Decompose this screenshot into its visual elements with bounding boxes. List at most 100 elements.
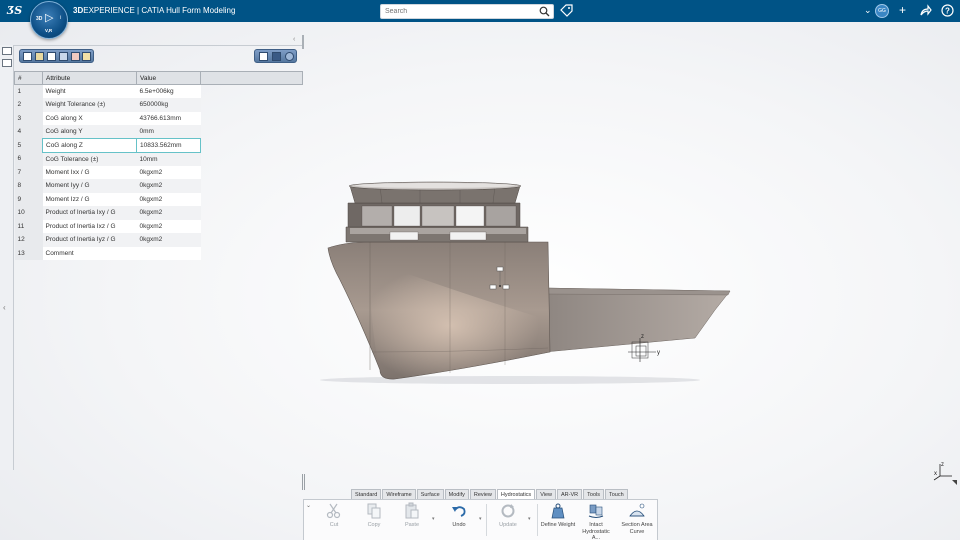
undo-dropdown-icon[interactable]: ▾: [479, 516, 482, 522]
copy-button[interactable]: Copy: [356, 502, 392, 529]
search-input[interactable]: [381, 5, 531, 18]
tab-touch[interactable]: Touch: [604, 489, 628, 499]
table-row[interactable]: 4 CoG along Y 0mm: [14, 125, 303, 139]
panel-window-icon[interactable]: [2, 59, 12, 67]
table-row[interactable]: 3 CoG along X 43766.613mm: [14, 111, 303, 125]
table-row[interactable]: 1 Weight 6.5e+006kg: [14, 84, 303, 98]
table-row-selected[interactable]: 5 CoG along Z 10833.562mm: [14, 138, 303, 153]
new-row-icon[interactable]: [23, 52, 32, 61]
section-area-curve-button[interactable]: Section Area Curve: [619, 502, 655, 535]
paste-dropdown-icon[interactable]: ▾: [432, 516, 435, 522]
value-cell[interactable]: [136, 246, 201, 260]
blank-icon[interactable]: [47, 52, 56, 61]
value-cell[interactable]: 10mm: [136, 152, 201, 166]
action-bar-expand-icon[interactable]: ⌄: [306, 502, 311, 509]
user-avatar[interactable]: GG: [875, 4, 889, 18]
define-weight-button[interactable]: Define Weight: [540, 502, 576, 529]
panel-resize-handle[interactable]: [302, 35, 304, 49]
minus-icon[interactable]: [272, 52, 281, 61]
attribute-cell[interactable]: Moment Ixx / G: [42, 165, 137, 179]
search-icon[interactable]: [539, 6, 550, 17]
table-row[interactable]: 8 Moment Iyy / G 0kgxm2: [14, 179, 303, 193]
table-row[interactable]: 10 Product of Inertia Ixy / G 0kgxm2: [14, 206, 303, 220]
help-icon[interactable]: ?: [941, 4, 954, 17]
column-header-empty: [200, 71, 303, 85]
attribute-cell[interactable]: CoG along X: [42, 111, 137, 125]
value-cell[interactable]: 0mm: [136, 125, 201, 139]
value-cell[interactable]: 6.5e+006kg: [136, 84, 201, 98]
hydrostatic-icon: [588, 504, 604, 518]
tab-wireframe[interactable]: Wireframe: [382, 489, 416, 499]
value-cell[interactable]: 0kgxm2: [136, 219, 201, 233]
network-icon[interactable]: [59, 52, 68, 61]
tab-ar-vr[interactable]: AR-VR: [557, 489, 583, 499]
tab-tools[interactable]: Tools: [583, 489, 604, 499]
ship-hull-model[interactable]: z y: [310, 170, 740, 390]
value-cell[interactable]: 0kgxm2: [136, 192, 201, 206]
grid-view-icon[interactable]: [259, 52, 268, 61]
compass-widget[interactable]: 3D ▷ i V,R: [30, 1, 68, 39]
copy-label: Copy: [367, 522, 381, 528]
tab-surface[interactable]: Surface: [416, 489, 444, 499]
tab-review[interactable]: Review: [469, 489, 496, 499]
settings-icon[interactable]: [285, 52, 294, 61]
panel-list-icon[interactable]: [2, 47, 12, 55]
attribute-cell[interactable]: CoG along Z: [42, 138, 137, 153]
table-icon[interactable]: [71, 52, 80, 61]
table-row[interactable]: 9 Moment Izz / G 0kgxm2: [14, 192, 303, 206]
table-row[interactable]: 7 Moment Ixx / G 0kgxm2: [14, 165, 303, 179]
table-row[interactable]: 11 Product of Inertia Ixz / G 0kgxm2: [14, 219, 303, 233]
update-dropdown-icon[interactable]: ▾: [528, 516, 531, 522]
undo-button[interactable]: Undo: [441, 502, 477, 529]
table-row[interactable]: 13 Comment: [14, 246, 303, 260]
value-cell[interactable]: 650000kg: [136, 98, 201, 112]
view-axis-icon[interactable]: z x: [930, 458, 958, 488]
value-cell[interactable]: 0kgxm2: [136, 165, 201, 179]
axis-x-label: x: [934, 471, 937, 477]
value-cell[interactable]: 10833.562mm: [136, 138, 201, 153]
column-header-number[interactable]: #: [14, 71, 43, 85]
value-cell[interactable]: 0kgxm2: [136, 233, 201, 247]
add-icon[interactable]: +: [899, 3, 906, 17]
attribute-cell[interactable]: CoG along Y: [42, 125, 137, 139]
attribute-cell[interactable]: Comment: [42, 246, 137, 260]
tab-modify[interactable]: Modify: [444, 489, 469, 499]
value-cell[interactable]: 0kgxm2: [136, 206, 201, 220]
action-separator: [486, 504, 487, 536]
attribute-cell[interactable]: CoG Tolerance (±): [42, 152, 137, 166]
attribute-cell[interactable]: Moment Izz / G: [42, 192, 137, 206]
attribute-cell[interactable]: Product of Inertia Iyz / G: [42, 233, 137, 247]
attribute-cell[interactable]: Weight Tolerance (±): [42, 98, 137, 112]
attribute-cell[interactable]: Moment Iyy / G: [42, 179, 137, 193]
cut-button[interactable]: Cut: [316, 502, 352, 529]
table-row[interactable]: 6 CoG Tolerance (±) 10mm: [14, 152, 303, 166]
panel-collapse-icon[interactable]: ‹: [293, 36, 295, 43]
action-bar-handle[interactable]: [302, 474, 305, 490]
update-button[interactable]: Update: [490, 502, 526, 529]
tab-view[interactable]: View: [536, 489, 557, 499]
home-icon[interactable]: [35, 52, 44, 61]
column-header-attribute[interactable]: Attribute: [42, 71, 137, 85]
attribute-cell[interactable]: Product of Inertia Ixz / G: [42, 219, 137, 233]
table-row[interactable]: 2 Weight Tolerance (±) 650000kg: [14, 98, 303, 112]
top-bar: ƷS 3DEXPERIENCE | CATIA Hull Form Modeli…: [0, 0, 960, 22]
share-icon[interactable]: [919, 4, 932, 17]
paste-button[interactable]: Paste: [394, 502, 430, 529]
tag-icon[interactable]: [560, 4, 573, 17]
intact-hydrostatic-button[interactable]: Intact Hydrostatic A...: [578, 502, 614, 540]
column-header-value[interactable]: Value: [136, 71, 201, 85]
dassault-logo-icon[interactable]: ƷS: [7, 4, 22, 17]
search-box[interactable]: [380, 4, 554, 19]
tab-standard[interactable]: Standard: [351, 489, 382, 499]
edit-icon[interactable]: [82, 52, 91, 61]
attribute-cell[interactable]: Product of Inertia Ixy / G: [42, 206, 137, 220]
collapse-arrow-icon[interactable]: ‹: [3, 303, 6, 312]
table-row[interactable]: 12 Product of Inertia Iyz / G 0kgxm2: [14, 233, 303, 247]
value-cell[interactable]: 43766.613mm: [136, 111, 201, 125]
attribute-cell[interactable]: Weight: [42, 84, 137, 98]
play-icon[interactable]: ▷: [45, 11, 53, 24]
action-bar: ⌄ Cut Copy Paste ▾ Undo ▾ Update ▾ Defin…: [303, 499, 658, 540]
tab-hydrostatics[interactable]: Hydrostatics: [496, 489, 536, 499]
chevron-down-icon[interactable]: ⌄: [864, 3, 872, 17]
value-cell[interactable]: 0kgxm2: [136, 179, 201, 193]
